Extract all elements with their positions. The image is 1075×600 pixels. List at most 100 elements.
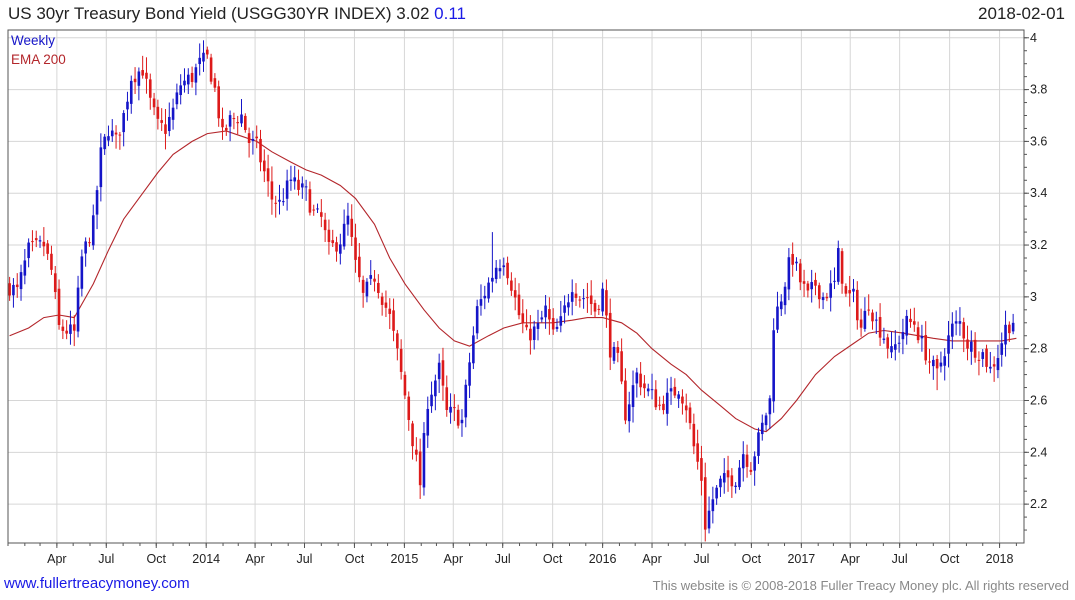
candle-up <box>981 352 985 359</box>
candle-down <box>928 361 931 363</box>
candle-down <box>529 328 532 341</box>
candle-up <box>167 116 171 132</box>
candle-up <box>449 406 452 413</box>
candle-down <box>320 212 323 217</box>
candle-down <box>244 115 247 131</box>
candle-down <box>985 348 988 367</box>
candle-down <box>418 451 422 486</box>
candle-down <box>263 160 266 172</box>
x-tick-label: 2017 <box>787 552 815 566</box>
candle-down <box>34 238 38 241</box>
candle-up <box>430 394 433 407</box>
candle-up <box>502 265 506 268</box>
candle-up <box>434 380 437 397</box>
candle-up <box>202 52 205 62</box>
candle-up <box>555 326 559 329</box>
candle-down <box>441 360 445 386</box>
candle-down <box>118 134 122 136</box>
candle-down <box>586 297 589 299</box>
candle-down <box>247 133 251 143</box>
candle-up <box>464 384 468 418</box>
candle-up <box>498 268 502 272</box>
x-tick-label: Apr <box>245 552 264 566</box>
candle-up <box>612 346 616 361</box>
candle-down <box>312 209 316 211</box>
candle-down <box>924 335 928 361</box>
candle-down <box>521 313 525 324</box>
candle-down <box>551 318 555 330</box>
candle-up <box>783 286 787 306</box>
candle-up <box>719 478 722 488</box>
candle-up <box>289 179 293 181</box>
x-tick-label: Oct <box>543 552 563 566</box>
candle-down <box>654 389 658 408</box>
candle-up <box>863 310 867 329</box>
candle-up <box>437 362 441 380</box>
candle-down <box>726 470 730 478</box>
candle-up <box>890 346 893 353</box>
candle-down <box>164 124 167 134</box>
candle-up <box>947 335 950 354</box>
candle-down <box>456 409 460 426</box>
candle-up <box>179 85 182 96</box>
candle-down <box>639 373 642 388</box>
site-link[interactable]: www.fullertreacymoney.com <box>4 575 190 592</box>
candle-up <box>894 344 897 350</box>
candle-up <box>920 335 924 339</box>
candle-down <box>878 317 882 338</box>
candle-up <box>772 330 775 402</box>
candle-up <box>472 335 475 364</box>
candle-up <box>905 315 909 336</box>
candle-down <box>977 359 981 361</box>
candle-up <box>365 281 369 297</box>
candle-up <box>829 283 832 298</box>
candle-up <box>943 356 947 366</box>
candle-down <box>232 118 236 120</box>
candle-down <box>53 273 57 293</box>
candle-down <box>973 339 977 358</box>
ema-line-layer <box>9 130 1017 433</box>
candle-up <box>897 342 901 344</box>
candle-down <box>548 309 551 320</box>
candle-up <box>99 147 103 188</box>
candle-down <box>643 383 646 389</box>
candle-down <box>589 295 593 305</box>
candle-down <box>308 189 312 213</box>
candle-down <box>213 78 217 88</box>
x-tick-label: Apr <box>47 552 66 566</box>
candle-up <box>339 244 342 254</box>
candle-down <box>72 324 76 331</box>
candle-up <box>753 456 756 471</box>
x-tick-label: Jul <box>693 552 709 566</box>
candle-up <box>175 92 179 105</box>
candle-down <box>270 181 274 200</box>
candle-up <box>84 241 87 254</box>
candle-up <box>776 306 779 330</box>
candle-up <box>491 277 494 282</box>
candle-down <box>506 262 509 279</box>
candle-up <box>932 359 935 367</box>
x-tick-label: Oct <box>147 552 167 566</box>
candle-up <box>779 301 783 310</box>
candle-down <box>513 290 517 298</box>
candle-down <box>407 396 411 420</box>
candle-down <box>31 241 34 243</box>
candle-down <box>190 72 194 83</box>
x-tick-label: Apr <box>642 552 661 566</box>
candle-up <box>989 366 992 369</box>
candle-down <box>673 386 677 396</box>
candle-down <box>361 279 365 293</box>
candle-up <box>278 199 281 202</box>
candle-down <box>616 347 620 353</box>
candle-up <box>707 510 711 529</box>
candle-up <box>795 261 798 264</box>
candle-up <box>650 389 654 391</box>
candle-up <box>544 305 547 318</box>
legend-entry: EMA 200 <box>11 52 66 67</box>
candle-down <box>354 237 357 260</box>
candle-down <box>453 407 456 409</box>
candle-up <box>1000 343 1004 355</box>
x-tick-label: Oct <box>940 552 960 566</box>
candle-down <box>335 242 338 252</box>
candle-up <box>316 208 319 210</box>
